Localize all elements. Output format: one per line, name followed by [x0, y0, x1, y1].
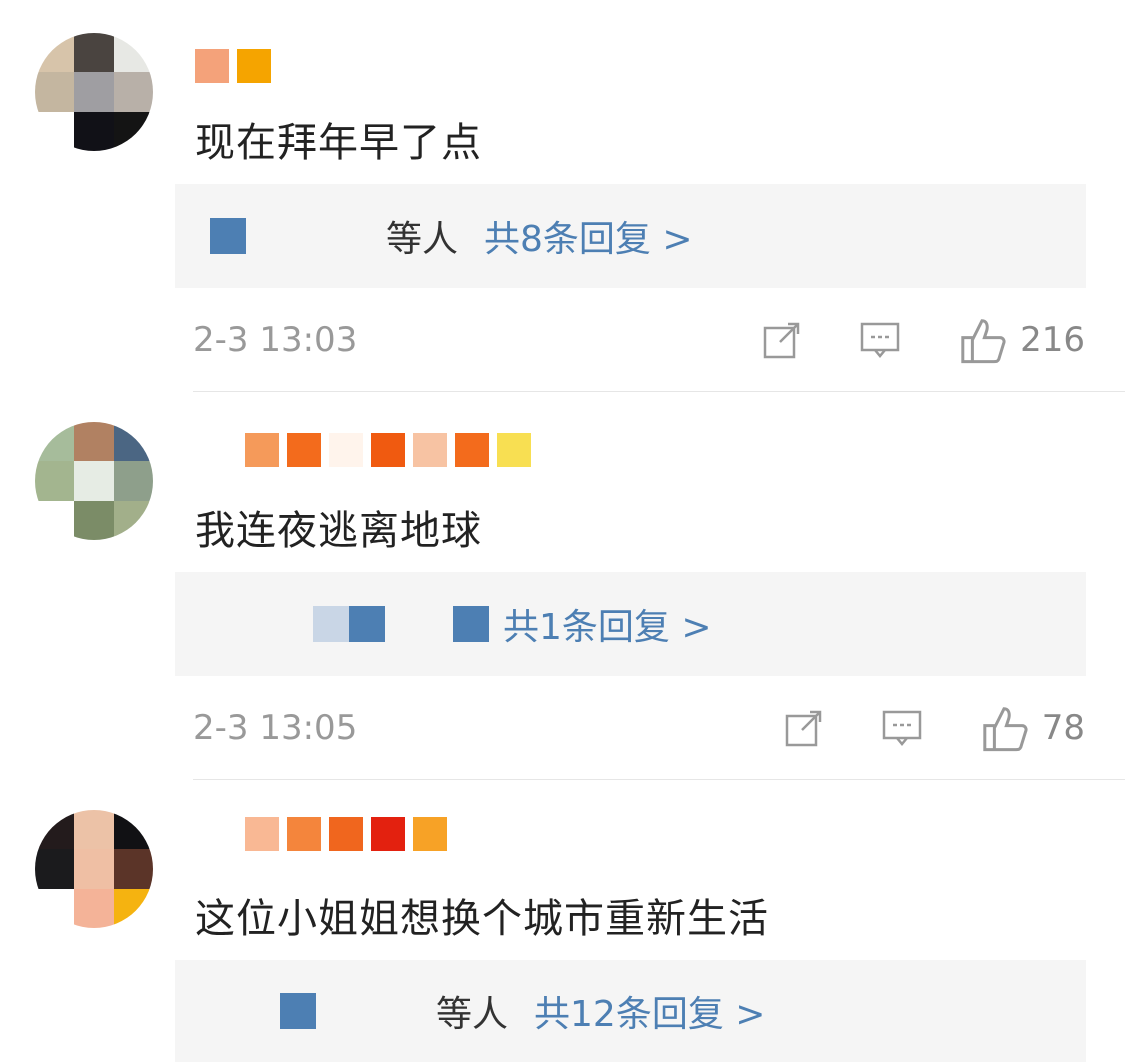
avatar-pixel — [35, 72, 75, 112]
comment-meta: 2-3 13:05 78 — [193, 698, 1085, 758]
avatar-pixel — [74, 461, 114, 501]
reply-users: 等人 — [386, 219, 459, 260]
comment-text: 我连夜逃离地球 — [195, 508, 482, 554]
like-count: 78 — [1041, 708, 1085, 748]
avatar[interactable] — [35, 33, 153, 151]
avatar-pixel — [113, 888, 153, 928]
username-blurred[interactable] — [245, 432, 531, 468]
avatar-pixel — [35, 461, 75, 501]
avatar-pixel — [74, 111, 114, 151]
avatar-pixel — [113, 72, 153, 112]
username-blurred[interactable] — [195, 48, 271, 84]
avatar-pixel — [74, 810, 114, 850]
avatar-pixel — [74, 500, 114, 540]
username-blurred[interactable] — [245, 816, 447, 852]
reply-count-link[interactable]: 共12条回复 > — [534, 985, 765, 1037]
reply-avatar — [313, 606, 349, 642]
avatar-pixel — [113, 849, 153, 889]
avatar-pixel — [113, 810, 153, 850]
avatar-pixel — [113, 500, 153, 540]
username-blur-block — [237, 49, 271, 83]
reply-avatar — [453, 606, 489, 642]
username-blur-block — [329, 817, 363, 851]
username-blur-block — [455, 433, 489, 467]
reply-avatar — [349, 606, 385, 642]
username-blur-block — [329, 433, 363, 467]
reply-avatar — [210, 218, 246, 254]
divider — [193, 391, 1125, 392]
avatar-pixel — [74, 888, 114, 928]
comment-text: 这位小姐姐想换个城市重新生活 — [195, 896, 769, 942]
reply-summary[interactable]: 等人 共12条回复 > — [175, 960, 1086, 1062]
username-blur-block — [195, 49, 229, 83]
username-blur-block — [497, 433, 531, 467]
avatar-pixel — [113, 461, 153, 501]
share-icon[interactable] — [784, 708, 824, 748]
avatar-pixel — [35, 849, 75, 889]
like-icon[interactable] — [958, 316, 1006, 364]
avatar-pixel — [35, 422, 75, 462]
avatar-pixel — [113, 422, 153, 462]
reply-users: 等人 — [436, 994, 509, 1035]
avatar-pixel — [35, 500, 75, 540]
username-blur-block — [371, 817, 405, 851]
reply-summary[interactable]: 等人 共8条回复 > — [175, 184, 1086, 288]
avatar-pixel — [35, 810, 75, 850]
username-blur-block — [413, 433, 447, 467]
comment-text: 现在拜年早了点 — [195, 120, 482, 166]
avatar-pixel — [74, 849, 114, 889]
username-blur-block — [245, 433, 279, 467]
avatar-pixel — [35, 33, 75, 73]
username-blur-block — [245, 817, 279, 851]
comment-icon[interactable] — [860, 320, 900, 360]
username-blur-block — [371, 433, 405, 467]
reply-count-link[interactable]: 共8条回复 > — [484, 210, 693, 262]
avatar-pixel — [74, 72, 114, 112]
avatar-pixel — [35, 888, 75, 928]
avatar-pixel — [74, 422, 114, 462]
avatar-pixel — [113, 111, 153, 151]
username-blur-block — [287, 433, 321, 467]
username-blur-block — [413, 817, 447, 851]
avatar-pixel — [35, 111, 75, 151]
like-count: 216 — [1020, 320, 1085, 360]
reply-count-link[interactable]: 共1条回复 > — [503, 598, 712, 650]
comment-icon[interactable] — [882, 708, 922, 748]
divider — [193, 779, 1125, 780]
reply-summary[interactable]: 共1条回复 > — [175, 572, 1086, 676]
reply-avatar — [280, 993, 316, 1029]
like-icon[interactable] — [980, 704, 1028, 752]
comment-meta: 2-3 13:03 216 — [193, 310, 1085, 370]
timestamp: 2-3 13:03 — [193, 320, 358, 360]
share-icon[interactable] — [762, 320, 802, 360]
avatar-pixel — [113, 33, 153, 73]
avatar[interactable] — [35, 422, 153, 540]
avatar-pixel — [74, 33, 114, 73]
avatar[interactable] — [35, 810, 153, 928]
username-blur-block — [287, 817, 321, 851]
timestamp: 2-3 13:05 — [193, 708, 358, 748]
